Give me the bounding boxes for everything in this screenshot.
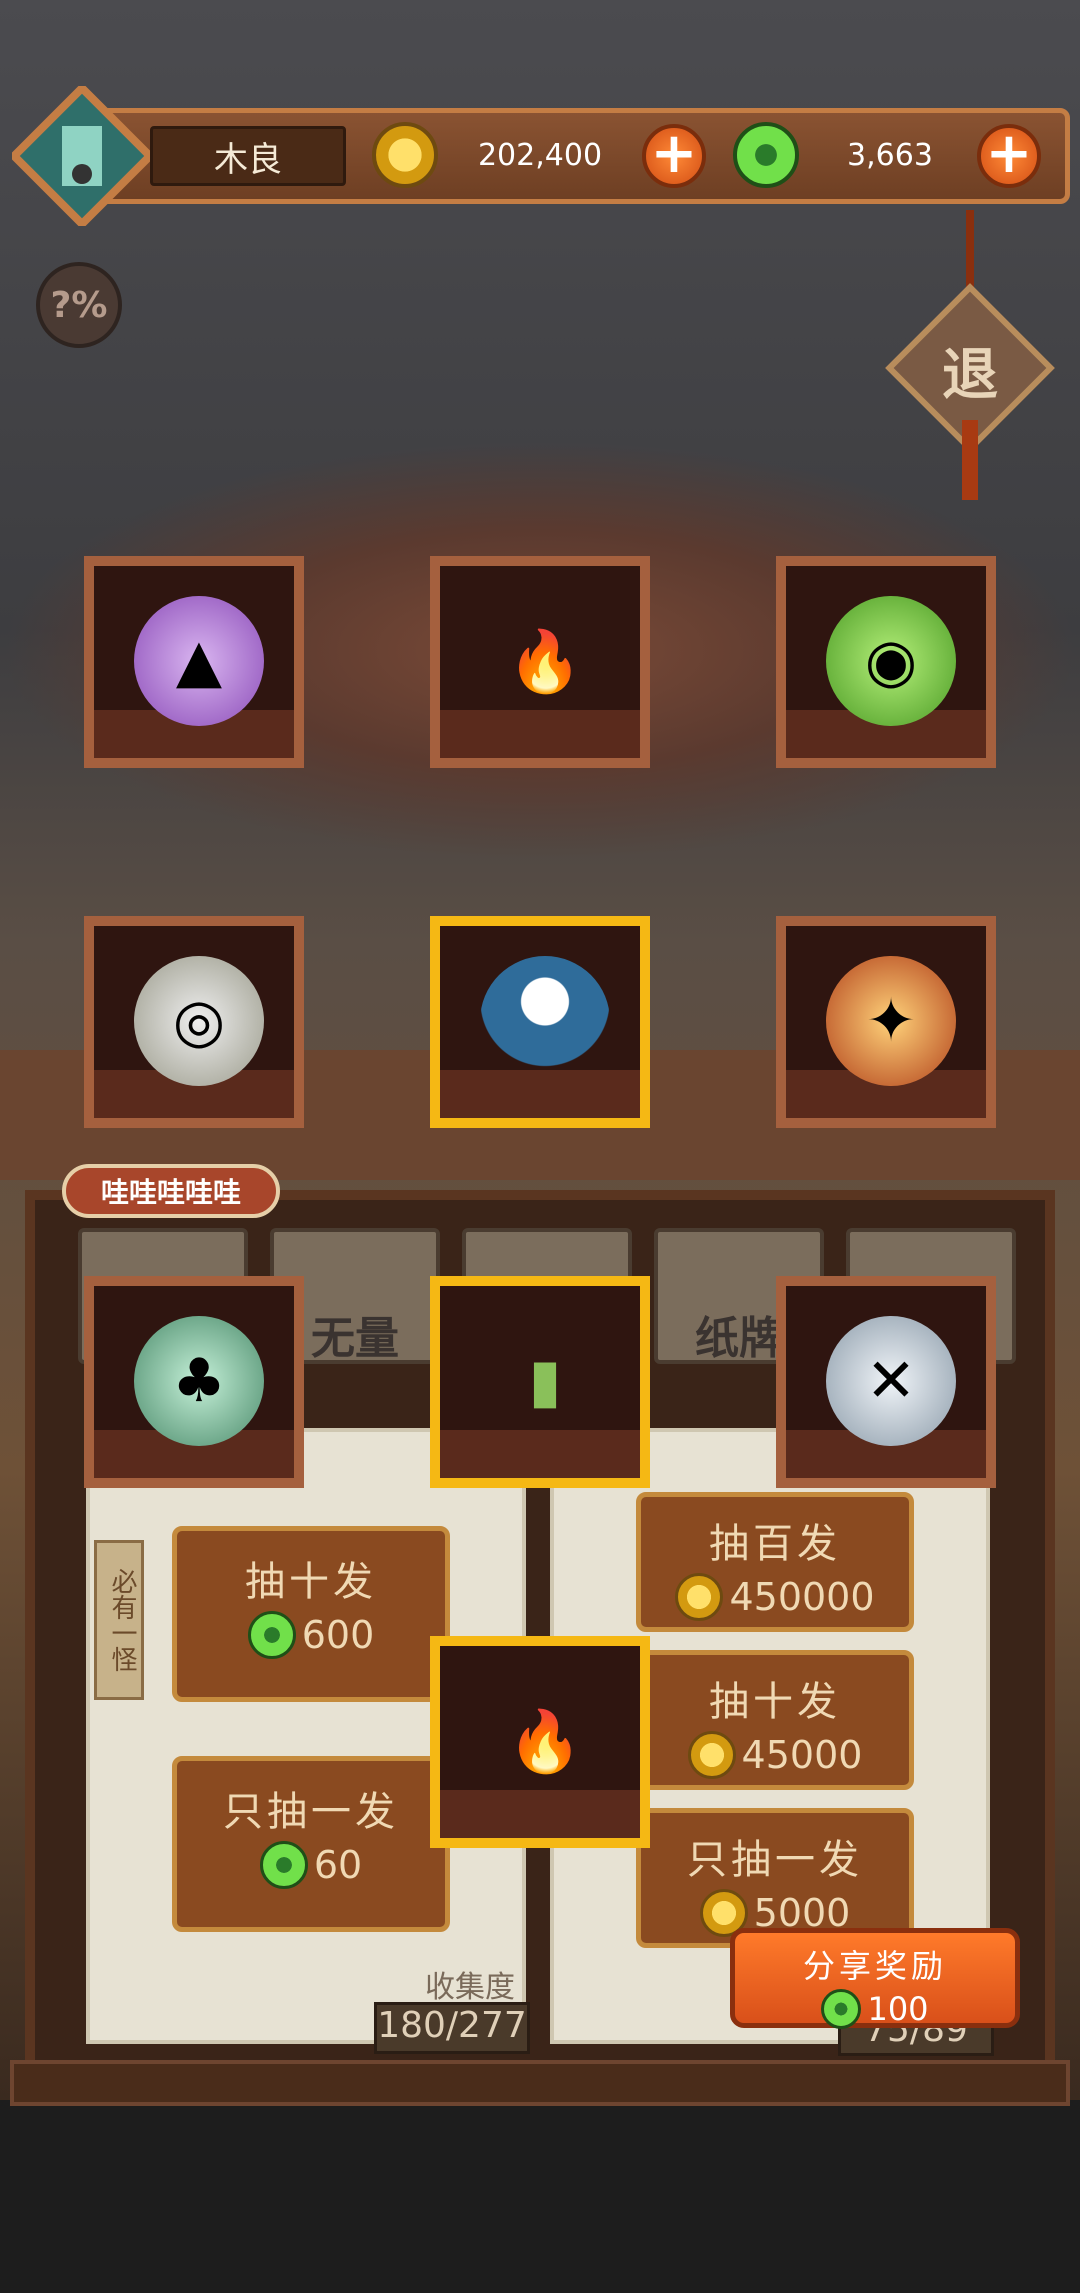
- blue-flame-icon: 🔥: [507, 1706, 583, 1777]
- share-reward-button[interactable]: 分享奖励 100: [730, 1928, 1020, 2029]
- jade-draw-ten-button[interactable]: 抽十发 600: [172, 1526, 450, 1702]
- reward-slot-6[interactable]: ✦: [776, 916, 996, 1128]
- speech-bubble: 哇哇哇哇哇: [62, 1164, 280, 1218]
- add-jade-button[interactable]: +: [977, 124, 1041, 188]
- gold-coin-icon: [675, 1573, 724, 1621]
- reward-slot-1[interactable]: ▲: [84, 556, 304, 768]
- collection-label: 收集度: [425, 1970, 515, 2005]
- ghost-in-cup-icon: [480, 956, 610, 1086]
- button-price: 600: [301, 1613, 375, 1657]
- gold-draw-one-button[interactable]: 只抽一发 5000: [636, 1808, 914, 1948]
- jade-amount: 3,663: [847, 138, 933, 173]
- talisman-pouch-icon: ▮: [528, 1346, 562, 1416]
- button-label: 抽百发: [709, 1521, 841, 1567]
- reward-slot-9[interactable]: ✕: [776, 1276, 996, 1488]
- probability-help-button[interactable]: ?%: [36, 262, 122, 348]
- share-label: 分享奖励: [802, 1947, 947, 1985]
- collection-count: 180/277: [374, 2002, 530, 2054]
- help-label: ?%: [50, 284, 108, 326]
- side-tag: 必有一怪: [94, 1540, 144, 1700]
- jade-pendant-orb-icon: ♣: [134, 1316, 264, 1446]
- button-price: 450000: [729, 1575, 875, 1619]
- green-slime-orb-icon: ◉: [826, 596, 956, 726]
- reward-slot-10[interactable]: 🔥: [430, 1636, 650, 1848]
- share-reward: 100: [867, 1990, 929, 2028]
- reward-slot-2[interactable]: 🔥: [430, 556, 650, 768]
- jade-coin-icon: [259, 1841, 308, 1889]
- reward-slot-7[interactable]: ♣: [84, 1276, 304, 1488]
- reward-slot-3[interactable]: ◉: [776, 556, 996, 768]
- button-price: 45000: [741, 1733, 863, 1777]
- button-label: 抽十发: [245, 1559, 377, 1605]
- sword-orb-icon: ✕: [826, 1316, 956, 1446]
- gold-amount: 202,400: [477, 138, 603, 173]
- blue-flame-icon: 🔥: [507, 626, 583, 697]
- jade-coin-icon: [733, 122, 799, 188]
- fire-orb-icon: ✦: [826, 956, 956, 1086]
- gold-draw-hundred-button[interactable]: 抽百发 450000: [636, 1492, 914, 1632]
- gold-draw-ten-button[interactable]: 抽十发 45000: [636, 1650, 914, 1790]
- reward-slot-4[interactable]: ◎: [84, 916, 304, 1128]
- reward-slot-8[interactable]: ▮: [430, 1276, 650, 1488]
- button-price: 60: [313, 1843, 363, 1887]
- jade-draw-one-button[interactable]: 只抽一发 60: [172, 1756, 450, 1932]
- add-gold-button[interactable]: +: [642, 124, 706, 188]
- purple-orb-icon: ▲: [134, 596, 264, 726]
- jade-coin-icon: [821, 1989, 862, 2029]
- avatar[interactable]: [8, 82, 156, 230]
- button-label: 抽十发: [709, 1679, 841, 1725]
- gold-coin-icon: [372, 122, 438, 188]
- reward-slot-5[interactable]: [430, 916, 650, 1128]
- white-vortex-orb-icon: ◎: [134, 956, 264, 1086]
- jade-coin-icon: [247, 1611, 296, 1659]
- button-label: 只抽一发: [687, 1837, 863, 1883]
- exit-tassel: [962, 420, 978, 500]
- exit-label: 退: [942, 343, 998, 408]
- pagoda-avatar-icon: [8, 82, 156, 230]
- gold-coin-icon: [687, 1731, 736, 1779]
- player-name: 木良: [150, 126, 346, 186]
- button-label: 只抽一发: [223, 1789, 399, 1835]
- panel-base: [10, 2060, 1070, 2106]
